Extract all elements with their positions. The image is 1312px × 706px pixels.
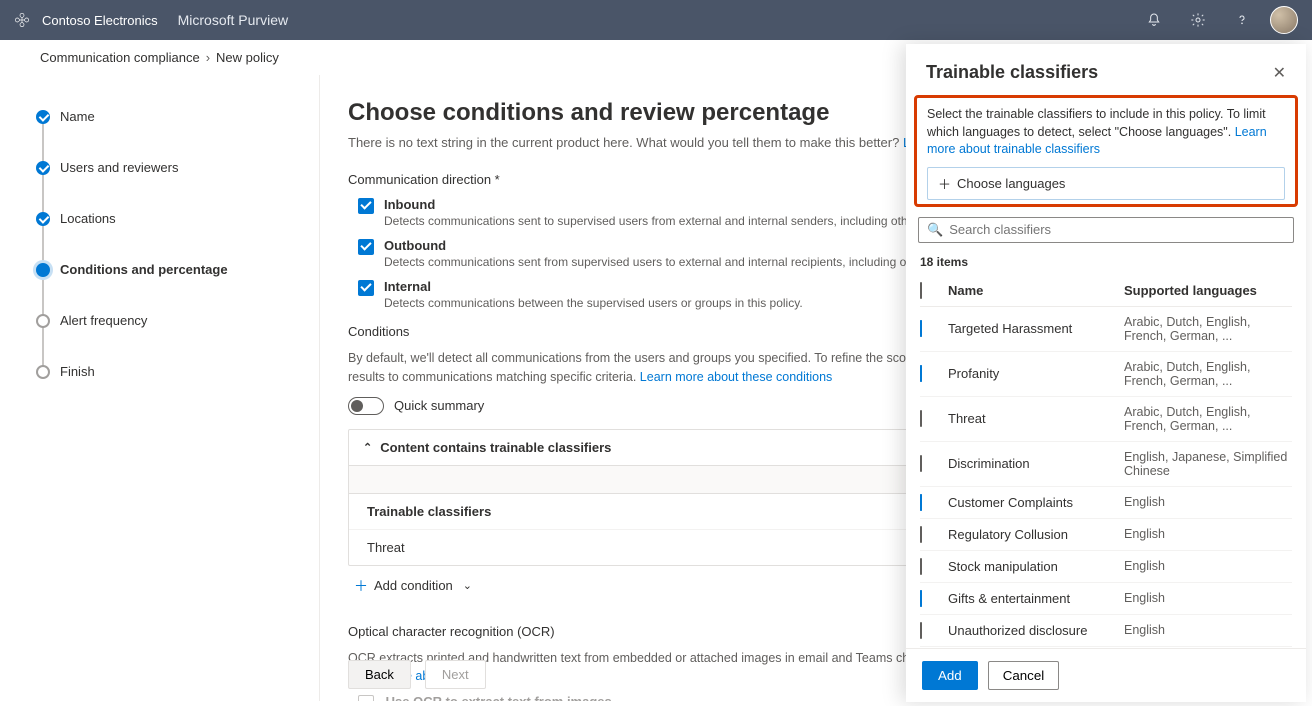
checkbox[interactable] (358, 239, 374, 255)
classifier-row[interactable]: Gifts & entertainmentEnglish (920, 583, 1292, 615)
classifier-row[interactable]: Targeted HarassmentArabic, Dutch, Englis… (920, 307, 1292, 352)
help-icon[interactable] (1226, 4, 1258, 36)
close-icon[interactable]: ✕ (1273, 63, 1286, 83)
breadcrumb-root[interactable]: Communication compliance (40, 50, 200, 65)
add-button[interactable]: Add (922, 661, 978, 690)
panel-title: Content contains trainable classifiers (380, 440, 611, 455)
step-alert-frequency[interactable]: Alert frequency (36, 303, 289, 354)
app-header: Contoso Electronics Microsoft Purview (0, 0, 1312, 40)
checkbox[interactable] (358, 280, 374, 296)
classifier-row[interactable]: ProfanityArabic, Dutch, English, French,… (920, 352, 1292, 397)
checkbox[interactable] (358, 198, 374, 214)
row-checkbox[interactable] (920, 320, 922, 337)
quick-summary-toggle[interactable] (348, 397, 384, 415)
chevron-right-icon: › (206, 50, 210, 65)
row-checkbox[interactable] (920, 410, 922, 427)
classifier-row[interactable]: DiscriminationEnglish, Japanese, Simplif… (920, 442, 1292, 487)
search-input-wrap[interactable]: 🔍 (918, 217, 1294, 243)
plus-icon: ＋ (938, 174, 951, 193)
select-all-checkbox[interactable] (920, 282, 922, 299)
classifier-row[interactable]: Customer ComplaintsEnglish (920, 487, 1292, 519)
highlighted-info: Select the trainable classifiers to incl… (914, 95, 1298, 207)
quick-summary-label: Quick summary (394, 398, 484, 413)
step-conditions-and-percentage[interactable]: Conditions and percentage (36, 252, 289, 303)
conditions-learn-link[interactable]: Learn more about these conditions (640, 370, 833, 384)
user-avatar[interactable] (1270, 6, 1298, 34)
row-checkbox[interactable] (920, 558, 922, 575)
settings-icon[interactable] (1182, 4, 1214, 36)
chevron-down-icon: ⌄ (463, 579, 472, 592)
row-checkbox[interactable] (920, 622, 922, 639)
col-lang: Supported languages (1124, 283, 1292, 298)
classifier-row[interactable]: Regulatory CollusionEnglish (920, 519, 1292, 551)
row-checkbox[interactable] (920, 365, 922, 382)
step-name[interactable]: Name (36, 99, 289, 150)
app-logo-icon (14, 12, 30, 28)
classifier-row[interactable]: Stock manipulationEnglish (920, 551, 1292, 583)
col-name: Name (948, 283, 1124, 298)
step-users-and-reviewers[interactable]: Users and reviewers (36, 150, 289, 201)
chevron-up-icon: ⌃ (363, 441, 372, 454)
next-button: Next (425, 660, 486, 689)
product-name: Microsoft Purview (178, 12, 288, 28)
search-icon: 🔍 (927, 222, 943, 238)
wizard-steps: NameUsers and reviewersLocationsConditio… (0, 75, 320, 701)
step-locations[interactable]: Locations (36, 201, 289, 252)
classifier-row[interactable]: ThreatArabic, Dutch, English, French, Ge… (920, 397, 1292, 442)
choose-languages-button[interactable]: ＋ Choose languages (927, 167, 1285, 200)
search-input[interactable] (949, 222, 1285, 237)
classifiers-flyout: Trainable classifiers ✕ Select the train… (906, 44, 1306, 702)
cancel-button[interactable]: Cancel (988, 661, 1060, 690)
row-checkbox[interactable] (920, 526, 922, 543)
item-count: 18 items (906, 249, 1306, 275)
row-checkbox[interactable] (920, 590, 922, 607)
ocr-checkbox[interactable] (358, 695, 374, 701)
row-checkbox[interactable] (920, 455, 922, 472)
classifiers-table: Name Supported languages Targeted Harass… (906, 275, 1306, 649)
plus-icon: ＋ (354, 576, 368, 596)
ocr-checkbox-label: Use OCR to extract text from images (386, 694, 612, 701)
org-name: Contoso Electronics (42, 13, 158, 28)
step-finish[interactable]: Finish (36, 354, 289, 405)
notifications-icon[interactable] (1138, 4, 1170, 36)
back-button[interactable]: Back (348, 660, 411, 689)
classifier-row[interactable]: Unauthorized disclosureEnglish (920, 615, 1292, 647)
breadcrumb-current: New policy (216, 50, 279, 65)
row-checkbox[interactable] (920, 494, 922, 511)
flyout-title: Trainable classifiers (926, 62, 1273, 83)
